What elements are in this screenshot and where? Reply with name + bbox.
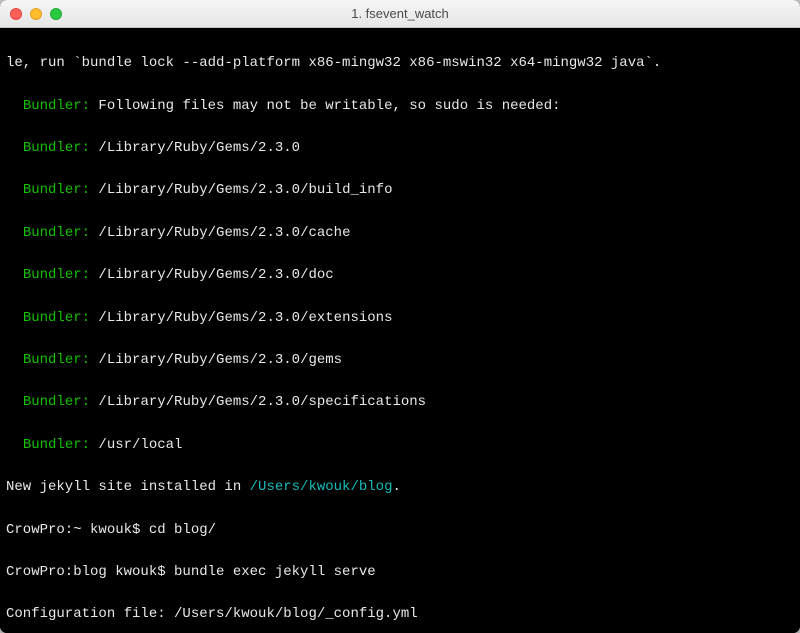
bundler-label: Bundler:: [23, 267, 90, 283]
output-line: New jekyll site installed in /Users/kwou…: [6, 477, 794, 498]
window-title: 1. fsevent_watch: [0, 6, 800, 21]
bundler-label: Bundler:: [23, 352, 90, 368]
terminal-window: 1. fsevent_watch le, run `bundle lock --…: [0, 0, 800, 633]
bundler-label: Bundler:: [23, 437, 90, 453]
output-line: Bundler: /Library/Ruby/Gems/2.3.0/specif…: [6, 392, 794, 413]
bundler-label: Bundler:: [23, 394, 90, 410]
bundler-label: Bundler:: [23, 98, 90, 114]
output-line: Bundler: Following files may not be writ…: [6, 96, 794, 117]
output-line: Configuration file: /Users/kwouk/blog/_c…: [6, 604, 794, 625]
titlebar[interactable]: 1. fsevent_watch: [0, 0, 800, 28]
bundler-label: Bundler:: [23, 140, 90, 156]
output-line: Bundler: /usr/local: [6, 435, 794, 456]
prompt-line: CrowPro:blog kwouk$ bundle exec jekyll s…: [6, 562, 794, 583]
bundler-label: Bundler:: [23, 310, 90, 326]
output-line: Bundler: /Library/Ruby/Gems/2.3.0/build_…: [6, 180, 794, 201]
minimize-button[interactable]: [30, 8, 42, 20]
bundler-label: Bundler:: [23, 182, 90, 198]
close-button[interactable]: [10, 8, 22, 20]
path-highlight: /Users/kwouk/blog: [250, 479, 393, 495]
output-line: Bundler: /Library/Ruby/Gems/2.3.0/doc: [6, 265, 794, 286]
terminal-output[interactable]: le, run `bundle lock --add-platform x86-…: [0, 28, 800, 633]
output-line: le, run `bundle lock --add-platform x86-…: [6, 53, 794, 74]
prompt-line: CrowPro:~ kwouk$ cd blog/: [6, 520, 794, 541]
output-line: Bundler: /Library/Ruby/Gems/2.3.0/extens…: [6, 308, 794, 329]
maximize-button[interactable]: [50, 8, 62, 20]
output-line: Bundler: /Library/Ruby/Gems/2.3.0/gems: [6, 350, 794, 371]
traffic-lights: [0, 8, 62, 20]
output-line: Bundler: /Library/Ruby/Gems/2.3.0/cache: [6, 223, 794, 244]
bundler-label: Bundler:: [23, 225, 90, 241]
output-line: Bundler: /Library/Ruby/Gems/2.3.0: [6, 138, 794, 159]
